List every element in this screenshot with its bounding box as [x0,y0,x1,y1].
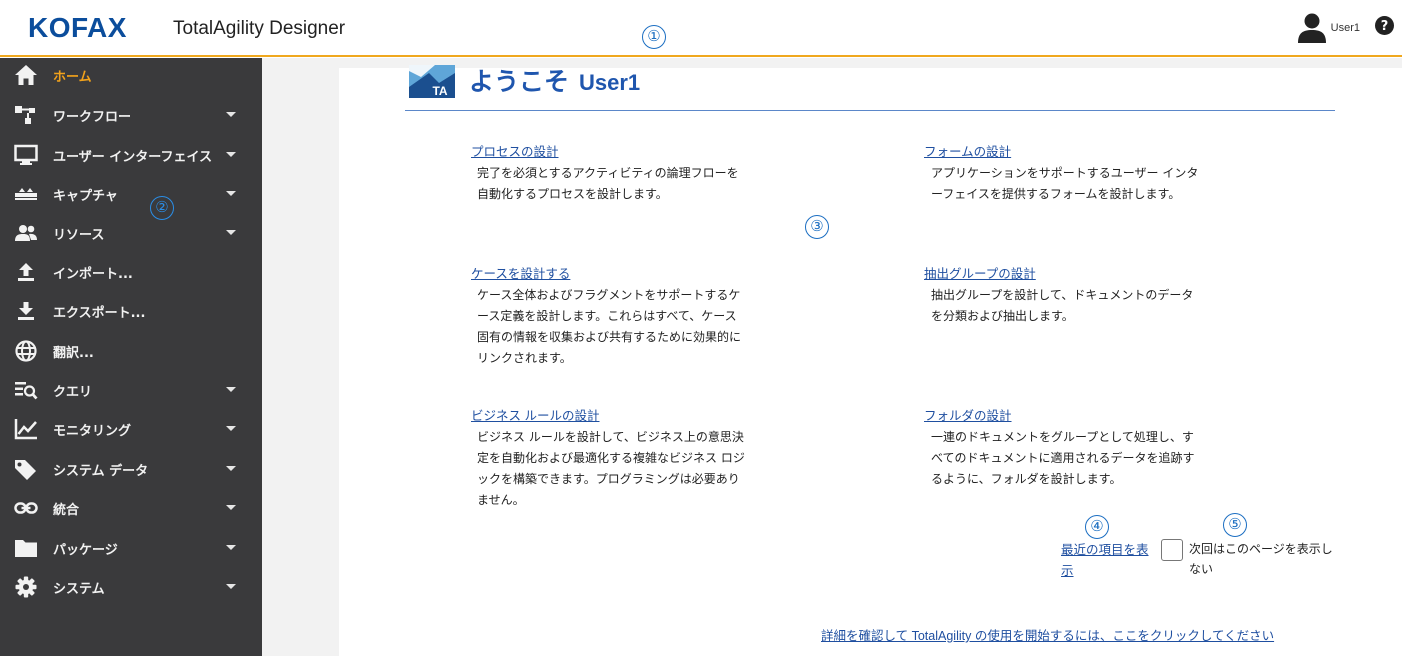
chevron-down-icon[interactable] [226,505,236,510]
user-menu[interactable]: User1 [1297,12,1360,44]
case-design-link[interactable]: ケースを設計する [471,263,570,282]
sidebar-item-import[interactable]: インポート... [0,257,262,287]
home-icon [15,65,37,85]
sidebar-item-label: エクスポート... [53,306,146,321]
user-name: User1 [1330,22,1360,34]
query-icon [15,382,38,400]
chevron-down-icon[interactable] [226,387,236,392]
people-icon [15,225,37,241]
form-design-desc: アプリケーションをサポートするユーザー インターフェイスを提供するフォームを設計… [931,166,1199,201]
sidebar-item-label: インポート... [53,267,133,282]
sidebar-item-workflow[interactable]: ワークフロー [0,100,262,130]
sidebar-item-home[interactable]: ホーム [0,60,262,90]
scanner-icon [15,188,37,200]
workflow-icon [15,106,35,124]
folder-icon [15,540,37,557]
title-divider [405,110,1335,111]
sidebar-item-integration[interactable]: 統合 [0,493,262,523]
chevron-down-icon[interactable] [226,584,236,589]
dont-show-again-label: 次回はこのページを表示しない [1189,542,1333,576]
form-design-link[interactable]: フォームの設計 [924,141,1011,160]
sidebar-item-label: ホーム [53,70,92,85]
folder-design-desc: 一連のドキュメントをグループとして処理し、すべてのドキュメントに適用されるデータ… [931,430,1195,486]
business-rule-desc: ビジネス ルールを設計して、ビジネス上の意思決定を自動化および最適化する複雑なビ… [477,430,745,507]
app-header: KOFAX TotalAgility Designer User1 ? [0,0,1402,57]
link-icon [14,502,38,514]
sidebar-item-label: 翻訳... [53,346,94,361]
tag-icon [15,460,36,480]
sidebar-item-label: システム [53,582,105,597]
welcome-title: ようこそ User1 [469,62,640,98]
sidebar: ホーム ワークフロー ユーザー インターフェイス キャプチャ リソース インポー… [0,58,262,656]
svg-text:TA: TA [432,84,447,98]
sidebar-item-label: ユーザー インターフェイス [53,150,213,165]
sidebar-item-user-interface[interactable]: ユーザー インターフェイス [0,140,262,170]
welcome-user: User1 [579,70,641,95]
chevron-down-icon[interactable] [226,545,236,550]
chevron-down-icon[interactable] [226,112,236,117]
sidebar-item-label: リソース [53,228,105,243]
sidebar-item-label: モニタリング [53,424,132,439]
welcome-text: ようこそ [469,68,570,96]
sidebar-item-resources[interactable]: リソース [0,218,262,248]
kofax-logo: KOFAX [28,12,127,43]
app-title: TotalAgility Designer [173,18,346,39]
sidebar-item-label: 統合 [53,503,80,518]
sidebar-item-translate[interactable]: 翻訳... [0,336,262,366]
chart-icon [14,419,37,440]
monitor-icon [14,144,38,165]
chevron-down-icon[interactable] [226,426,236,431]
download-icon [18,302,34,320]
sidebar-item-system-data[interactable]: システム データ [0,454,262,484]
process-design-desc: 完了を必須とするアクティビティの論理フローを自動化するプロセスを設計します。 [477,166,739,201]
chevron-down-icon[interactable] [226,466,236,471]
sidebar-item-export[interactable]: エクスポート... [0,296,262,326]
callout-5: ⑤ [1223,513,1247,537]
sidebar-item-label: キャプチャ [53,189,118,204]
sidebar-item-label: システム データ [53,464,149,479]
business-rule-link[interactable]: ビジネス ルールの設計 [471,405,599,424]
upload-icon [18,263,34,281]
callout-3: ③ [805,215,829,239]
chevron-down-icon[interactable] [226,152,236,157]
globe-icon [15,340,37,362]
sidebar-item-monitoring[interactable]: モニタリング [0,414,262,444]
extraction-group-link[interactable]: 抽出グループの設計 [924,263,1036,282]
process-design-link[interactable]: プロセスの設計 [471,141,559,160]
callout-1: ① [642,25,666,49]
dont-show-again-checkbox[interactable] [1161,539,1183,561]
sidebar-item-package[interactable]: パッケージ [0,533,262,563]
extraction-group-desc: 抽出グループを設計して、ドキュメントのデータを分類および抽出します。 [931,288,1194,323]
get-started-link[interactable]: 詳細を確認して TotalAgility の使用を開始するには、ここをクリックし… [821,625,1274,644]
sidebar-item-system[interactable]: システム [0,572,262,602]
gear-icon [15,576,37,598]
sidebar-item-label: ワークフロー [53,110,132,125]
svg-text:?: ? [1381,19,1389,34]
callout-2: ② [150,196,174,220]
help-icon[interactable]: ? [1375,16,1394,35]
sidebar-item-capture[interactable]: キャプチャ [0,179,262,209]
folder-design-link[interactable]: フォルダの設計 [924,405,1012,424]
recent-items-link[interactable]: 最近の項目を表示 [1061,540,1151,582]
chevron-down-icon[interactable] [226,191,236,196]
sidebar-item-label: パッケージ [53,543,118,558]
sidebar-item-label: クエリ [53,385,93,400]
case-design-desc: ケース全体およびフラグメントをサポートするケース定義を設計します。これらはすべて… [477,288,742,365]
ta-logo: TA [409,65,455,98]
callout-4: ④ [1085,515,1109,539]
user-icon [1297,13,1326,43]
sidebar-item-query[interactable]: クエリ [0,375,262,405]
chevron-down-icon[interactable] [226,230,236,235]
